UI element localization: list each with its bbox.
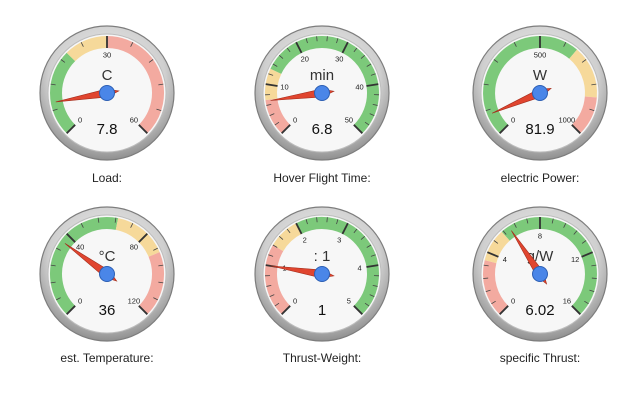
gauge-tick-label: 500 xyxy=(534,51,547,60)
gauge-unit: : 1 xyxy=(314,248,331,265)
gauge-tick-label: 0 xyxy=(78,296,82,305)
gauge-dial: 012345: 11 xyxy=(254,206,390,342)
gauge-tick-label: 4 xyxy=(357,264,361,273)
gauge-tick-label: 40 xyxy=(76,243,84,252)
gauge-hub xyxy=(99,85,115,101)
gauge-tick-label: 30 xyxy=(103,51,111,60)
gauge-hover-flight-time: 0 10 20 30 40 50 min 6.8 Hover Flight Time: xyxy=(227,18,417,208)
gauge-tick-label: 50 xyxy=(345,115,353,124)
gauge-dial: 0 10 20 30 40 50 min 6.8 xyxy=(254,25,390,161)
gauge-tick-label: 10 xyxy=(280,83,288,92)
gauge-tick-label: 4 xyxy=(503,255,507,264)
gauge-hub xyxy=(532,85,548,101)
gauge-label: Load: xyxy=(91,171,123,185)
gauge-tick-label: 120 xyxy=(128,296,141,305)
gauge-unit: °C xyxy=(99,248,116,265)
gauge-load: 0 30 60 C 7.8 Load: xyxy=(12,18,202,208)
gauge-tick-label: 2 xyxy=(303,236,307,245)
gauge-thrust-weight: 012345: 11 Thrust-Weight: xyxy=(227,199,417,389)
gauge-unit: C xyxy=(102,67,113,84)
gauge-value: 1 xyxy=(318,302,326,319)
gauge-label: specific Thrust: xyxy=(499,351,581,365)
gauge-tick-label: 1000 xyxy=(559,115,576,124)
gauge-label: est. Temperature: xyxy=(60,351,154,365)
gauge-tick-label: 5 xyxy=(347,296,351,305)
gauge-tick-label: 20 xyxy=(301,55,309,64)
gauge-dial: 0 30 60 C 7.8 xyxy=(39,25,175,161)
gauge-tick-label: 0 xyxy=(511,296,515,305)
gauge-label: Hover Flight Time: xyxy=(273,171,371,185)
gauge-tick-label: 8 xyxy=(538,232,542,241)
gauge-tick-label: 60 xyxy=(130,115,138,124)
gauge-est-temperature: 0 40 80 120 °C 36 est. Temperature: xyxy=(12,199,202,389)
gauge-tick-label: 0 xyxy=(293,115,297,124)
gauge-dial: 0 40 80 120 °C 36 xyxy=(39,206,175,342)
gauge-grid: 0 30 60 C 7.8 Load: 0 10 20 30 40 50 min 6.8 Hover … xyxy=(0,0,640,400)
gauge-label: electric Power: xyxy=(500,171,580,185)
gauge-specific-thrust: 0 4 8 12 16 g/W 6.02 specific Thrust: xyxy=(445,199,635,389)
gauge-value: 6.02 xyxy=(525,302,554,319)
gauge-electric-power: 0 500 1000 W 81.9 electric Power: xyxy=(445,18,635,208)
gauge-dial: 0481216g/W6.02 xyxy=(472,206,608,342)
gauge-tick-label: 12 xyxy=(571,255,579,264)
gauge-dial: 0 500 1000 W 81.9 xyxy=(472,25,608,161)
gauge-unit: W xyxy=(533,67,548,84)
gauge-hub xyxy=(314,85,330,101)
gauge-hub xyxy=(99,266,115,282)
gauge-value: 7.8 xyxy=(97,121,118,138)
gauge-tick-label: 3 xyxy=(337,236,341,245)
gauge-tick-label: 40 xyxy=(355,83,363,92)
gauge-tick-label: 0 xyxy=(293,296,297,305)
gauge-tick-label: 30 xyxy=(335,55,343,64)
gauge-value: 36 xyxy=(99,302,116,319)
gauge-label: Thrust-Weight: xyxy=(282,351,362,365)
gauge-tick-label: 0 xyxy=(511,115,515,124)
gauge-hub xyxy=(314,266,330,282)
gauge-value: 6.8 xyxy=(312,121,333,138)
gauge-tick-label: 0 xyxy=(78,115,82,124)
gauge-value: 81.9 xyxy=(525,121,554,138)
gauge-tick-label: 80 xyxy=(130,243,138,252)
gauge-unit: min xyxy=(310,67,334,84)
gauge-hub xyxy=(532,266,548,282)
gauge-tick-label: 16 xyxy=(563,296,571,305)
